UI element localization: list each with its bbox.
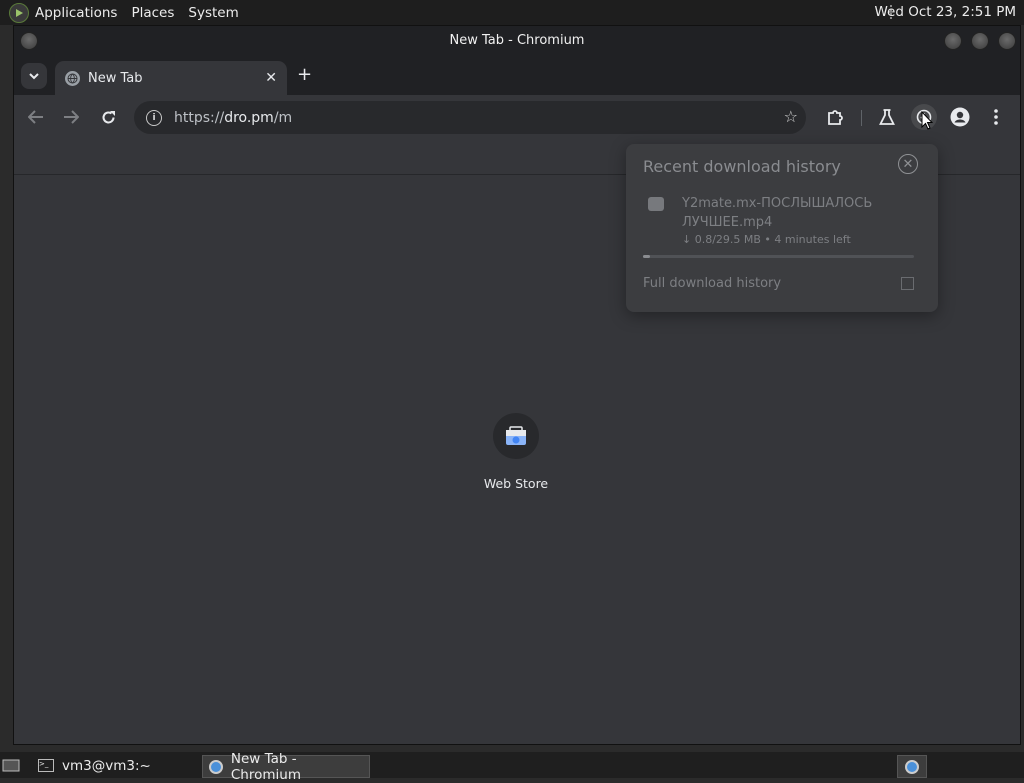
chevron-down-icon bbox=[29, 72, 39, 79]
tab-strip: New Tab ✕ + bbox=[14, 55, 1020, 95]
tab-new-tab[interactable]: New Tab ✕ bbox=[55, 61, 287, 95]
taskbar-item-chromium[interactable]: New Tab - Chromium bbox=[202, 751, 370, 783]
clock[interactable]: Wed Oct 23, 2:51 PM bbox=[874, 4, 1016, 20]
browser-window: New Tab - Chromium New Tab ✕ + i https:/… bbox=[13, 25, 1021, 745]
window-title: New Tab - Chromium bbox=[449, 33, 585, 48]
minimize-button[interactable] bbox=[944, 32, 962, 50]
address-bar[interactable]: i https://dro.pm/m ☆ bbox=[134, 101, 806, 134]
web-store-icon bbox=[493, 413, 539, 459]
workspace-switcher[interactable] bbox=[897, 755, 927, 778]
tab-search-button[interactable] bbox=[21, 63, 47, 89]
window-menu-icon[interactable] bbox=[20, 32, 38, 50]
full-download-history-link[interactable]: Full download history bbox=[643, 276, 781, 291]
globe-icon bbox=[65, 70, 80, 86]
url-scheme: https:// bbox=[174, 109, 225, 126]
download-filename[interactable]: Y2mate.mx-ПОСЛЫШАЛОСЬ ЛУЧШЕЕ.mp4 bbox=[682, 194, 902, 232]
labs-flask-icon[interactable] bbox=[876, 106, 898, 128]
mouse-pointer-icon bbox=[921, 111, 933, 130]
system-menu[interactable]: System bbox=[188, 5, 238, 21]
close-circle-icon[interactable]: ✕ bbox=[898, 154, 918, 174]
chromium-workspace-icon bbox=[905, 759, 919, 774]
reload-icon[interactable] bbox=[97, 106, 119, 128]
bookmark-star-icon[interactable]: ☆ bbox=[784, 107, 798, 126]
download-progress-bar bbox=[643, 255, 914, 258]
taskbar-item-terminal[interactable]: >_ vm3@vm3:~ bbox=[32, 755, 197, 776]
show-desktop-icon[interactable] bbox=[2, 755, 24, 776]
url-path: /m bbox=[273, 109, 293, 126]
places-menu[interactable]: Places bbox=[131, 5, 174, 21]
new-tab-plus-icon[interactable]: + bbox=[297, 64, 312, 85]
download-status: ↓ 0.8/29.5 MB • 4 minutes left bbox=[682, 233, 851, 246]
chromium-icon bbox=[209, 759, 223, 774]
bubble-title: Recent download history bbox=[643, 157, 841, 176]
close-tab-icon[interactable]: ✕ bbox=[265, 70, 277, 86]
toolbar-divider bbox=[861, 110, 862, 126]
tab-label: New Tab bbox=[88, 70, 143, 86]
url-host: dro.pm bbox=[224, 109, 274, 126]
terminal-icon: >_ bbox=[38, 759, 54, 772]
forward-arrow-icon[interactable] bbox=[60, 106, 82, 128]
kebab-menu-icon[interactable] bbox=[985, 106, 1007, 128]
maximize-button[interactable] bbox=[971, 32, 989, 50]
top-panel: Applications Places System Wed Oct 23, 2… bbox=[0, 0, 1024, 25]
shortcut-web-store[interactable]: Web Store bbox=[484, 413, 548, 491]
shortcut-label: Web Store bbox=[483, 476, 549, 491]
close-window-button[interactable] bbox=[998, 32, 1016, 50]
extensions-puzzle-icon[interactable] bbox=[824, 106, 846, 128]
profile-avatar-icon[interactable] bbox=[949, 106, 971, 128]
download-bubble: Recent download history ✕ Y2mate.mx-ПОСЛ… bbox=[626, 144, 938, 312]
site-info-icon[interactable]: i bbox=[146, 109, 162, 126]
window-titlebar[interactable]: New Tab - Chromium bbox=[14, 26, 1020, 55]
taskbar-terminal-label: vm3@vm3:~ bbox=[62, 757, 151, 774]
download-progress-fill bbox=[643, 255, 651, 258]
gnome-foot-icon[interactable] bbox=[9, 2, 29, 23]
applications-menu[interactable]: Applications bbox=[35, 5, 117, 21]
back-arrow-icon[interactable] bbox=[25, 106, 47, 128]
open-external-icon[interactable] bbox=[901, 277, 914, 290]
file-icon bbox=[648, 197, 664, 211]
bottom-taskbar: >_ vm3@vm3:~ New Tab - Chromium bbox=[0, 751, 1024, 783]
toolbar: i https://dro.pm/m ☆ bbox=[14, 95, 1020, 139]
